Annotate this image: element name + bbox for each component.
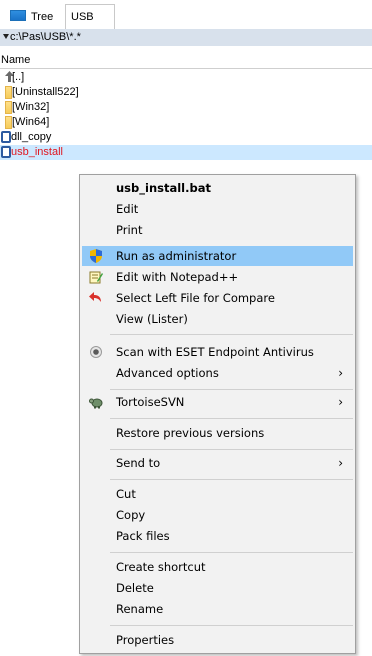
- menu-item-select-compare[interactable]: Select Left File for Compare: [82, 288, 353, 308]
- menu-separator: [110, 389, 353, 390]
- file-name: dll_copy: [11, 131, 52, 143]
- menu-item-create-shortcut[interactable]: Create shortcut: [82, 557, 353, 577]
- path-bar[interactable]: c:\Pas\USB\*.*: [0, 29, 372, 46]
- menu-item-copy[interactable]: Copy: [82, 505, 353, 525]
- file-list: [..] [Uninstall522] [Win32] [Win64] dll_…: [0, 70, 372, 160]
- menu-item-send-to[interactable]: Send to ›: [82, 453, 353, 473]
- menu-item-restore-versions[interactable]: Restore previous versions: [82, 423, 353, 443]
- file-name: [Win32]: [12, 101, 50, 113]
- file-name: [Uninstall522]: [12, 86, 79, 98]
- notepadpp-icon: [89, 271, 103, 284]
- list-item[interactable]: [Win64]: [0, 115, 372, 130]
- context-menu: usb_install.bat Edit Print Run as admini…: [79, 174, 356, 654]
- menu-item-label: Print: [116, 223, 143, 237]
- menu-item-tortoisesvn[interactable]: TortoiseSVN ›: [82, 392, 353, 412]
- eset-icon: [90, 346, 102, 358]
- menu-separator: [110, 418, 353, 419]
- menu-item-delete[interactable]: Delete: [82, 578, 353, 598]
- tree-icon: [10, 10, 26, 21]
- menu-item-label: Select Left File for Compare: [116, 291, 275, 305]
- menu-item-label: Send to: [116, 456, 161, 470]
- submenu-arrow-icon: ›: [338, 366, 343, 380]
- list-item[interactable]: [Uninstall522]: [0, 85, 372, 100]
- column-header-label: Name: [1, 54, 31, 66]
- tab-tree[interactable]: Tree: [0, 6, 65, 28]
- shield-icon: [90, 249, 102, 263]
- column-header-name[interactable]: Name: [0, 53, 372, 69]
- submenu-arrow-icon: ›: [338, 456, 343, 470]
- menu-item-label: Scan with ESET Endpoint Antivirus: [116, 345, 314, 359]
- menu-item-pack-files[interactable]: Pack files: [82, 526, 353, 546]
- menu-separator: [110, 334, 353, 335]
- tab-usb-label: USB: [71, 11, 94, 23]
- file-name: usb_install: [11, 146, 63, 158]
- menu-item-open[interactable]: usb_install.bat: [82, 178, 353, 198]
- menu-item-label: Properties: [116, 633, 175, 647]
- tab-usb[interactable]: USB: [65, 4, 115, 29]
- menu-separator: [110, 552, 353, 553]
- menu-item-edit[interactable]: Edit: [82, 199, 353, 219]
- menu-item-label: Restore previous versions: [116, 426, 265, 440]
- menu-item-label: Cut: [116, 487, 136, 501]
- menu-item-view-lister[interactable]: View (Lister): [82, 309, 353, 329]
- folder-icon: [5, 101, 12, 114]
- tab-bar: Tree USB: [0, 0, 372, 29]
- menu-item-label: Create shortcut: [116, 560, 206, 574]
- path-text: c:\Pas\USB\*.*: [10, 31, 81, 43]
- menu-item-label: Run as administrator: [116, 249, 237, 263]
- file-name: [..]: [12, 71, 25, 83]
- menu-item-label: Delete: [116, 581, 154, 595]
- list-item[interactable]: dll_copy: [0, 130, 372, 145]
- compare-arrow-icon: [89, 292, 101, 302]
- menu-item-label: Rename: [116, 602, 164, 616]
- menu-item-label: Edit with Notepad++: [116, 270, 239, 284]
- menu-separator: [110, 449, 353, 450]
- file-icon: [1, 131, 11, 143]
- menu-separator: [110, 479, 353, 480]
- tab-tree-label: Tree: [31, 11, 54, 23]
- folder-icon: [5, 86, 12, 99]
- folder-icon: [5, 116, 12, 129]
- menu-item-label: Advanced options: [116, 366, 219, 380]
- file-icon: [1, 146, 11, 158]
- file-name: [Win64]: [12, 116, 50, 128]
- menu-item-run-as-admin[interactable]: Run as administrator: [82, 246, 353, 266]
- menu-item-label: usb_install.bat: [116, 181, 211, 195]
- dropdown-arrow-icon[interactable]: [3, 34, 9, 39]
- list-item-selected[interactable]: usb_install: [0, 145, 372, 160]
- menu-item-advanced-options[interactable]: Advanced options ›: [82, 363, 353, 383]
- menu-item-properties[interactable]: Properties: [82, 630, 353, 650]
- menu-item-label: TortoiseSVN: [116, 395, 185, 409]
- menu-item-label: Edit: [116, 202, 139, 216]
- list-item[interactable]: [Win32]: [0, 100, 372, 115]
- tortoisesvn-icon: [89, 398, 103, 409]
- menu-item-label: Copy: [116, 508, 146, 522]
- menu-item-edit-notepadpp[interactable]: Edit with Notepad++: [82, 267, 353, 287]
- menu-item-scan-eset[interactable]: Scan with ESET Endpoint Antivirus: [82, 342, 353, 362]
- menu-item-label: Pack files: [116, 529, 170, 543]
- menu-item-cut[interactable]: Cut: [82, 484, 353, 504]
- submenu-arrow-icon: ›: [338, 395, 343, 409]
- menu-item-label: View (Lister): [116, 312, 188, 326]
- menu-separator: [110, 625, 353, 626]
- menu-item-print[interactable]: Print: [82, 220, 353, 240]
- list-item[interactable]: [..]: [0, 70, 372, 85]
- menu-item-rename[interactable]: Rename: [82, 599, 353, 619]
